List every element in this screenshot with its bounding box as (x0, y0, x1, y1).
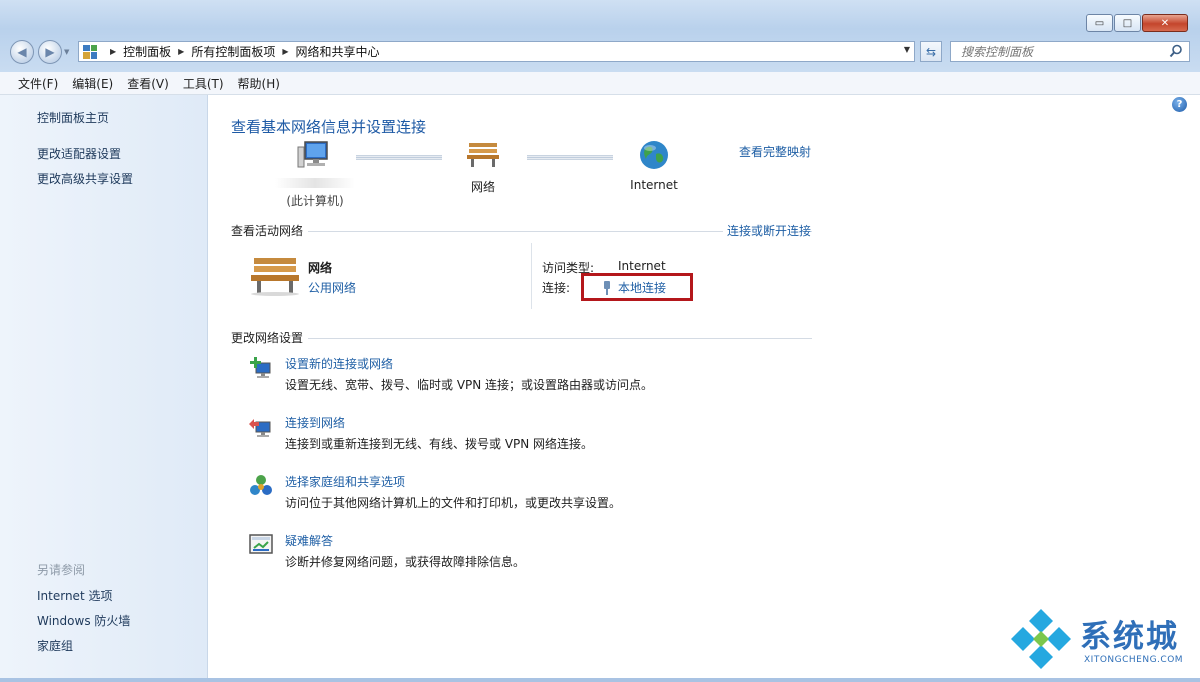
task-connect-network: 连接到网络 连接到或重新连接到无线、有线、拨号或 VPN 网络连接。 (248, 414, 868, 454)
menu-file[interactable]: 文件(F) (18, 75, 58, 92)
maximize-button[interactable]: □ (1114, 14, 1141, 32)
task-link-connect-network[interactable]: 连接到网络 (285, 414, 345, 431)
forward-button[interactable]: ▶ (38, 40, 62, 64)
task-homegroup: 选择家庭组和共享选项 访问位于其他网络计算机上的文件和打印机，或更改共享设置。 (248, 473, 868, 513)
menu-bar: 文件(F) 编辑(E) 查看(V) 工具(T) 帮助(H) (0, 72, 1200, 95)
breadcrumb-network-sharing-center[interactable]: 网络和共享中心 (296, 43, 380, 60)
watermark-url: XITONGCHENG.COM (1084, 655, 1184, 665)
window-frame: ▭ □ ✕ ◀ ▶ ▼ ▶ 控制面板 ▶ 所有控制面板项 ▶ 网络和共享中心 ▼… (0, 0, 1200, 73)
breadcrumb-separator-icon[interactable]: ▶ (282, 47, 288, 56)
breadcrumb-control-panel[interactable]: 控制面板 (123, 43, 171, 60)
sidebar-item-homegroup[interactable]: 家庭组 (37, 637, 73, 654)
active-networks-heading: 查看活动网络 (231, 224, 304, 238)
breadcrumb-all-items[interactable]: 所有控制面板项 (191, 43, 275, 60)
map-node-network[interactable]: 网络 (453, 139, 513, 195)
see-also-heading: 另请参阅 (37, 563, 86, 577)
task-desc-homegroup: 访问位于其他网络计算机上的文件和打印机，或更改共享设置。 (285, 496, 622, 510)
watermark-logo-icon (1011, 609, 1071, 669)
troubleshoot-icon (249, 534, 273, 554)
address-bar[interactable]: ▶ 控制面板 ▶ 所有控制面板项 ▶ 网络和共享中心 ▼ (78, 41, 915, 62)
network-sharing-center-window: ▭ □ ✕ ◀ ▶ ▼ ▶ 控制面板 ▶ 所有控制面板项 ▶ 网络和共享中心 ▼… (0, 0, 1200, 682)
watermark: 系统城 XITONGCHENG.COM (1006, 605, 1200, 675)
caption-buttons: ▭ □ ✕ (1085, 14, 1188, 32)
network-type-link[interactable]: 公用网络 (308, 279, 356, 296)
menu-help[interactable]: 帮助(H) (238, 75, 280, 92)
search-box[interactable] (950, 41, 1190, 62)
search-input[interactable] (959, 43, 1163, 60)
task-desc-connect-network: 连接到或重新连接到无线、有线、拨号或 VPN 网络连接。 (285, 437, 594, 451)
homegroup-icon (250, 475, 272, 495)
ethernet-plug-icon (604, 280, 610, 295)
sidebar: 控制面板主页 更改适配器设置 更改高级共享设置 另请参阅 Internet 选项… (0, 95, 208, 678)
task-desc-troubleshoot: 诊断并修复网络问题，或获得故障排除信息。 (285, 555, 526, 569)
task-new-connection: 设置新的连接或网络 设置无线、宽带、拨号、临时或 VPN 连接；或设置路由器或访… (248, 355, 868, 395)
change-settings-heading: 更改网络设置 (231, 331, 304, 345)
task-link-new-connection[interactable]: 设置新的连接或网络 (285, 355, 393, 372)
map-node-internet[interactable]: Internet (623, 139, 685, 192)
task-desc-new-connection: 设置无线、宽带、拨号、临时或 VPN 连接；或设置路由器或访问点。 (285, 378, 654, 392)
forward-arrow-icon: ▶ (45, 45, 55, 59)
connect-network-icon (249, 419, 271, 437)
active-network-name: 网络 (308, 261, 333, 275)
view-full-map-link[interactable]: 查看完整映射 (739, 143, 811, 160)
sidebar-item-internet-options[interactable]: Internet 选项 (37, 587, 112, 604)
bench-icon (251, 258, 299, 296)
task-link-troubleshoot[interactable]: 疑难解答 (285, 532, 333, 549)
this-computer-label: (此计算机) (286, 194, 344, 208)
vertical-divider (531, 243, 532, 309)
connections-label: 连接: (542, 281, 571, 295)
computer-name-blurred (275, 178, 355, 188)
globe-icon (640, 141, 668, 169)
search-icon[interactable] (1169, 44, 1183, 58)
sidebar-item-control-panel-home[interactable]: 控制面板主页 (37, 109, 109, 126)
task-link-homegroup[interactable]: 选择家庭组和共享选项 (285, 473, 405, 490)
menu-view[interactable]: 查看(V) (127, 75, 169, 92)
refresh-button[interactable]: ⇆ (920, 41, 942, 62)
task-troubleshoot: 疑难解答 诊断并修复网络问题，或获得故障排除信息。 (248, 532, 868, 572)
page-title: 查看基本网络信息并设置连接 (231, 118, 427, 136)
connect-disconnect-link[interactable]: 连接或断开连接 (723, 222, 812, 239)
breadcrumb-separator-icon[interactable]: ▶ (178, 47, 184, 56)
sidebar-item-advanced-sharing-settings[interactable]: 更改高级共享设置 (37, 170, 133, 187)
watermark-brand: 系统城 (1080, 619, 1179, 655)
internet-label: Internet (630, 178, 678, 192)
refresh-icon: ⇆ (925, 44, 937, 59)
local-connection-label: 本地连接 (618, 281, 667, 295)
breadcrumb-separator-icon[interactable]: ▶ (110, 47, 116, 56)
close-button[interactable]: ✕ (1142, 14, 1188, 32)
map-link-line (356, 155, 442, 160)
map-link-line (527, 155, 613, 160)
back-button[interactable]: ◀ (10, 40, 34, 64)
sidebar-item-change-adapter-settings[interactable]: 更改适配器设置 (37, 145, 121, 162)
computer-icon (297, 141, 328, 168)
bench-icon (467, 143, 499, 167)
menu-tools[interactable]: 工具(T) (183, 75, 224, 92)
control-panel-icon (83, 44, 97, 59)
minimize-button[interactable]: ▭ (1086, 14, 1113, 32)
sidebar-item-windows-firewall[interactable]: Windows 防火墙 (37, 612, 130, 629)
back-arrow-icon: ◀ (17, 45, 27, 59)
menu-edit[interactable]: 编辑(E) (72, 75, 113, 92)
address-dropdown-icon[interactable]: ▼ (904, 45, 910, 54)
window-bottom-border (0, 678, 1200, 682)
map-node-this-computer: (此计算机) (260, 139, 370, 209)
recent-pages-dropdown-icon[interactable]: ▼ (64, 48, 69, 56)
main-content: ? 查看基本网络信息并设置连接 查看完整映射 (此计算机) 网络 Interne… (208, 95, 1200, 678)
new-connection-icon (250, 357, 271, 378)
section-divider (308, 338, 812, 339)
network-label: 网络 (470, 180, 495, 194)
access-type-value: Internet (618, 259, 666, 273)
help-icon[interactable]: ? (1172, 97, 1187, 112)
local-connection-link[interactable]: 本地连接 (602, 279, 666, 296)
